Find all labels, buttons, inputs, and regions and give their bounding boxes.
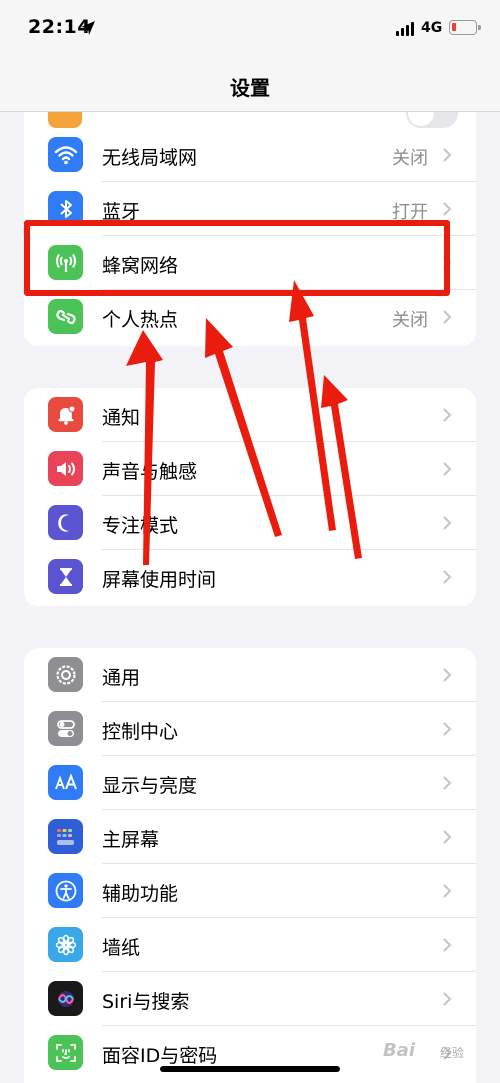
settings-row-hotspot[interactable]: 个人热点 关闭: [24, 290, 476, 344]
speaker-icon: [48, 451, 83, 486]
chevron-right-icon: [443, 310, 452, 324]
location-arrow-icon: [81, 21, 95, 35]
siri-icon: [48, 981, 83, 1016]
settings-row-label: 专注模式: [102, 515, 179, 537]
watermark-sub: 经验: [440, 1046, 465, 1060]
accessibility-icon: [48, 873, 83, 908]
settings-row-accessibility[interactable]: 辅助功能: [24, 864, 476, 918]
settings-group-general: 通用 控制中心 显示与亮度 主屏幕 辅助功能 墙纸 Siri与搜索 面容ID与密…: [24, 648, 476, 1083]
settings-row-label: 个人热点: [102, 309, 179, 331]
chevron-right-icon: [443, 830, 452, 844]
chevron-right-icon: [443, 722, 452, 736]
gear-icon: [48, 657, 83, 692]
nav-header: 设置: [0, 60, 500, 112]
airplane-mode-row-partial[interactable]: [24, 112, 476, 128]
chevron-right-icon: [443, 570, 452, 584]
home-indicator[interactable]: [160, 1066, 340, 1072]
bell-icon: [48, 397, 83, 432]
settings-row-wallpaper[interactable]: 墙纸: [24, 918, 476, 972]
moon-icon: [48, 505, 83, 540]
wifi-icon: [48, 137, 83, 172]
settings-row-label: 无线局域网: [102, 147, 198, 169]
settings-row-wifi[interactable]: 无线局域网 关闭: [24, 128, 476, 182]
settings-row-siri[interactable]: Siri与搜索: [24, 972, 476, 1026]
page-title: 设置: [230, 76, 270, 100]
network-type: 4G: [421, 20, 443, 36]
settings-row-label: 通知: [102, 407, 141, 429]
chevron-right-icon: [443, 148, 452, 162]
settings-row-label: 声音与触感: [102, 461, 198, 483]
watermark-logo: Bai: [383, 1040, 416, 1061]
settings-row-focus[interactable]: 专注模式: [24, 496, 476, 550]
settings-row-label: 显示与亮度: [102, 775, 198, 797]
settings-row-value: 关闭: [392, 148, 428, 169]
settings-row-label: 主屏幕: [102, 829, 160, 851]
chevron-right-icon: [443, 668, 452, 682]
settings-row-label: 辅助功能: [102, 883, 179, 905]
annotation-highlight-box: [24, 220, 450, 296]
chevron-right-icon: [443, 776, 452, 790]
settings-row-label: 控制中心: [102, 721, 179, 743]
settings-group-notifications: 通知 声音与触感 专注模式 屏幕使用时间: [24, 388, 476, 606]
settings-row-display[interactable]: 显示与亮度: [24, 756, 476, 810]
chevron-right-icon: [443, 408, 452, 422]
settings-row-label: 面容ID与密码: [102, 1045, 218, 1067]
hourglass-icon: [48, 559, 83, 594]
cellular-signal-icon: [396, 22, 416, 36]
chevron-right-icon: [443, 992, 452, 1006]
settings-row-notifications[interactable]: 通知: [24, 388, 476, 442]
settings-row-control-center[interactable]: 控制中心: [24, 702, 476, 756]
flower-icon: [48, 927, 83, 962]
settings-row-label: Siri与搜索: [102, 991, 190, 1013]
airplane-icon: [48, 112, 82, 128]
chevron-right-icon: [443, 516, 452, 530]
settings-row-label: 通用: [102, 667, 141, 689]
settings-row-screen-time[interactable]: 屏幕使用时间: [24, 550, 476, 604]
chevron-right-icon: [443, 884, 452, 898]
settings-row-value: 关闭: [392, 310, 428, 331]
chevron-right-icon: [443, 462, 452, 476]
chevron-right-icon: [443, 938, 452, 952]
hotspot-icon: [48, 299, 83, 334]
status-bar: 22:14 4G: [0, 0, 500, 60]
toggles-icon: [48, 711, 83, 746]
settings-row-sounds[interactable]: 声音与触感: [24, 442, 476, 496]
face-id-icon: [48, 1035, 83, 1070]
settings-row-home-screen[interactable]: 主屏幕: [24, 810, 476, 864]
airplane-mode-toggle[interactable]: [406, 112, 458, 128]
settings-row-general[interactable]: 通用: [24, 648, 476, 702]
home-grid-icon: [48, 819, 83, 854]
text-size-icon: [48, 765, 83, 800]
settings-row-label: 墙纸: [102, 937, 141, 959]
chevron-right-icon: [443, 202, 452, 216]
settings-row-label: 屏幕使用时间: [102, 569, 217, 591]
battery-icon: [449, 20, 481, 35]
